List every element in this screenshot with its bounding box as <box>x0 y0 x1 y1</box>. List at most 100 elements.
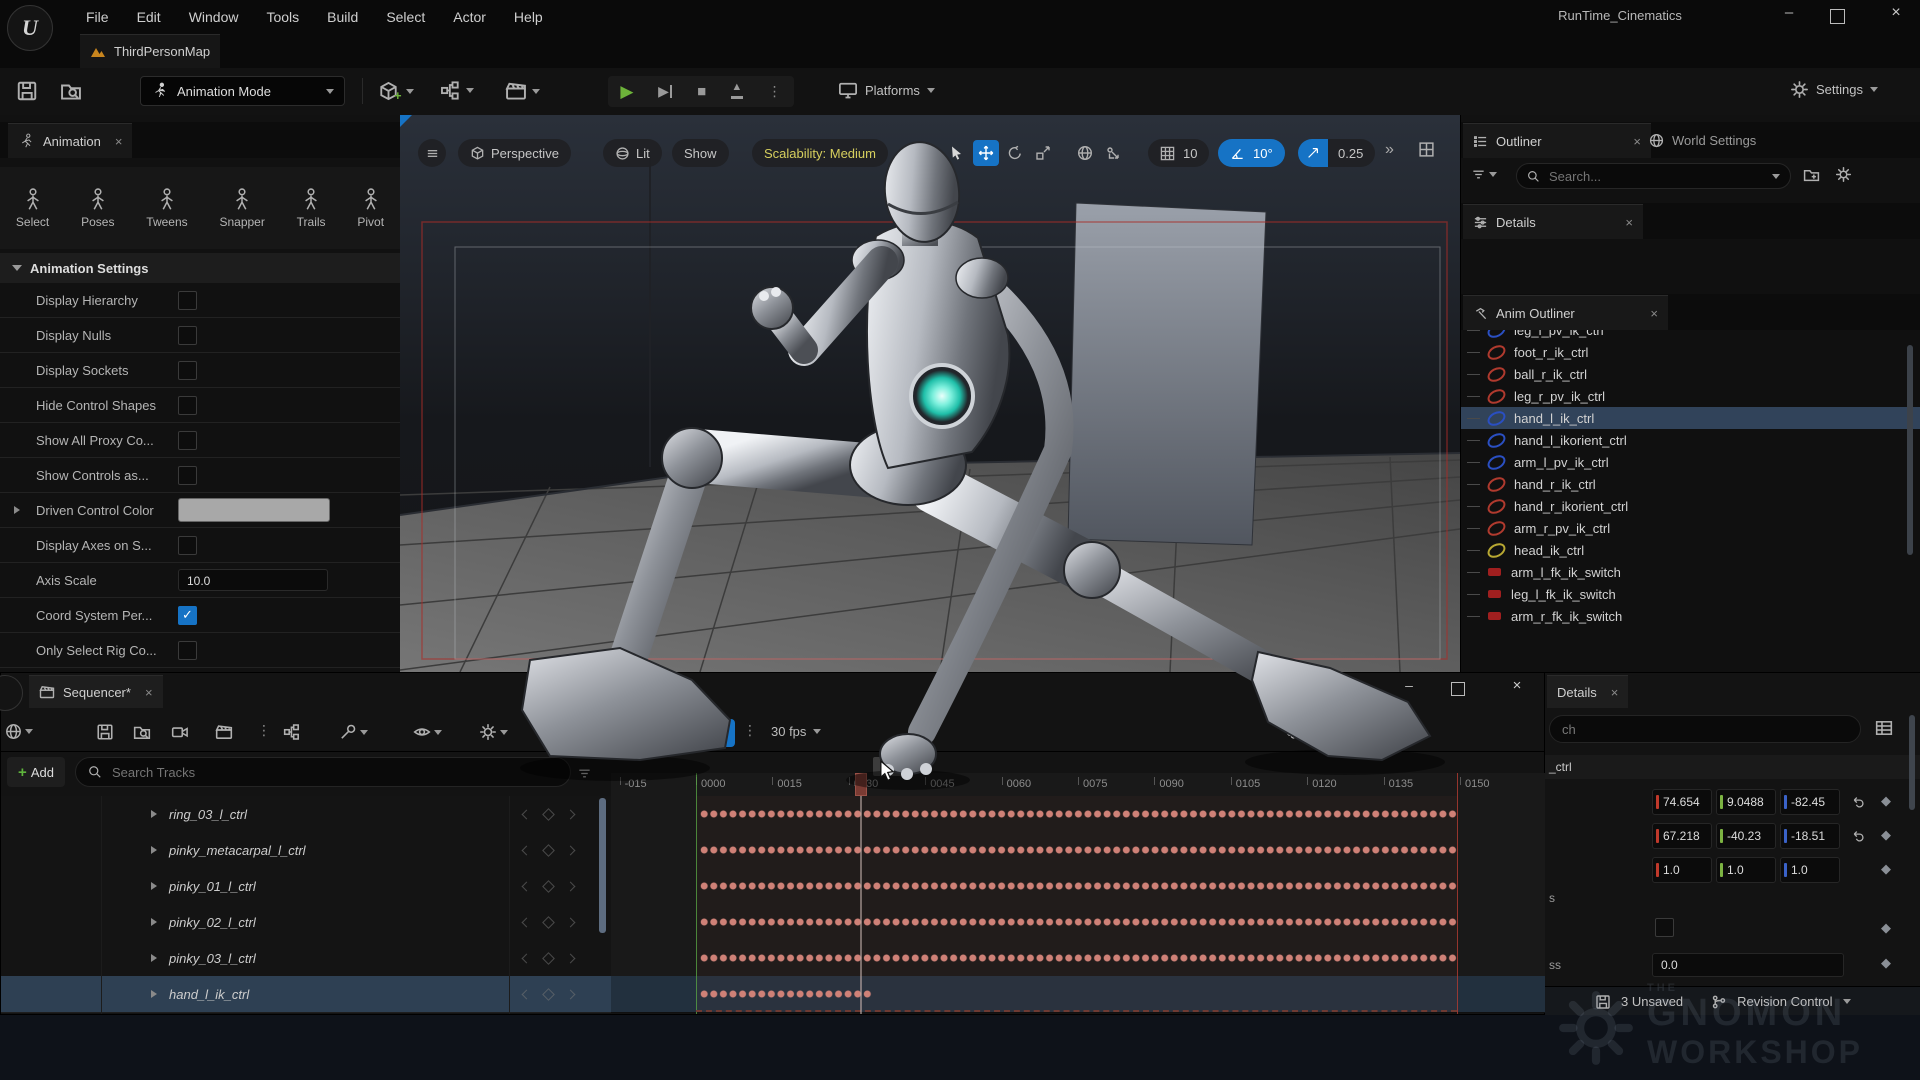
add-key-icon[interactable] <box>542 844 555 857</box>
vector-field[interactable]: 1.0 <box>1652 857 1712 883</box>
tab-anim-outliner[interactable]: Anim Outliner × <box>1463 295 1668 330</box>
details-scrollbar[interactable] <box>1909 715 1915 810</box>
track-search[interactable] <box>75 757 571 787</box>
camera-speed-more[interactable]: » <box>1385 141 1394 159</box>
menu-edit[interactable]: Edit <box>123 9 175 25</box>
unsaved-count[interactable]: 3 Unsaved <box>1621 994 1683 1009</box>
vector-field[interactable]: 67.218 <box>1652 823 1712 849</box>
menu-tools[interactable]: Tools <box>252 9 313 25</box>
platforms-dropdown[interactable]: Platforms <box>838 80 935 100</box>
track-row[interactable]: pinky_01_l_ctrl <box>1 868 611 905</box>
anim-outliner-item[interactable]: head_ik_ctrl <box>1461 539 1920 561</box>
select-tool[interactable] <box>945 141 969 166</box>
menu-window[interactable]: Window <box>175 9 253 25</box>
close-icon[interactable]: × <box>115 134 123 149</box>
misc-checkbox[interactable] <box>1655 918 1674 940</box>
checkbox[interactable]: ✓ <box>178 606 197 625</box>
menu-help[interactable]: Help <box>500 9 557 25</box>
anim-outliner-item[interactable]: arm_r_pv_ik_ctrl <box>1461 517 1920 539</box>
viewport[interactable]: Perspective Lit Show Scalability: Medium… <box>400 115 1460 672</box>
close-icon[interactable]: × <box>145 685 153 700</box>
playback-options-dropdown[interactable] <box>479 723 508 741</box>
blueprints-button[interactable] <box>440 80 474 101</box>
next-key-icon[interactable] <box>566 881 576 891</box>
view-options-dropdown[interactable] <box>413 723 442 741</box>
more-options-icon[interactable]: ⋮ <box>257 722 271 739</box>
add-key-icon[interactable] <box>542 988 555 1001</box>
expander-icon[interactable] <box>151 882 157 890</box>
create-asset-button[interactable] <box>96 723 114 741</box>
save-button[interactable] <box>16 80 38 102</box>
details-display-button[interactable] <box>1875 719 1893 737</box>
tool-select[interactable]: Select <box>16 187 49 229</box>
rotation-snap-control[interactable]: 10° <box>1218 139 1285 167</box>
menu-select[interactable]: Select <box>372 9 439 25</box>
sequencer-close-button[interactable]: × <box>1504 677 1530 694</box>
keyframe-diamond-icon[interactable]: ◆ <box>1881 861 1891 877</box>
animation-panel-tab[interactable]: Animation × <box>8 123 132 158</box>
checkbox[interactable] <box>178 431 197 450</box>
track-row[interactable]: hand_l_ik_ctrl <box>1 976 611 1013</box>
play-button[interactable]: ▶ <box>620 82 633 102</box>
tool-tweens[interactable]: Tweens <box>146 187 187 229</box>
close-icon[interactable]: × <box>1611 685 1619 700</box>
add-actor-button[interactable]: + <box>378 80 414 103</box>
window-maximize-button[interactable] <box>1830 9 1845 24</box>
menu-file[interactable]: File <box>72 9 123 25</box>
expander-icon[interactable] <box>151 846 157 854</box>
level-tab[interactable]: ThirdPersonMap <box>80 34 220 68</box>
checkbox[interactable] <box>178 361 197 380</box>
search-input[interactable] <box>1547 168 1753 185</box>
anim-outliner-item[interactable]: leg_l_fk_ik_switch <box>1461 583 1920 605</box>
track-scrollbar[interactable] <box>599 798 606 933</box>
window-minimize-button[interactable]: – <box>1775 4 1803 28</box>
render-movie-button[interactable] <box>215 723 233 741</box>
prev-key-icon[interactable] <box>522 953 532 963</box>
sequencer-settings-dropdown[interactable] <box>339 723 368 741</box>
stop-button[interactable]: ■ <box>697 83 706 100</box>
next-key-icon[interactable] <box>566 953 576 963</box>
prev-key-icon[interactable] <box>522 881 532 891</box>
track-search-input[interactable] <box>110 764 494 781</box>
outliner-search[interactable] <box>1516 163 1791 189</box>
details-tab[interactable]: Details × <box>1547 675 1628 708</box>
playhead-marker[interactable] <box>855 773 867 796</box>
expander-icon[interactable] <box>151 954 157 962</box>
next-key-icon[interactable] <box>566 989 576 999</box>
add-key-icon[interactable] <box>542 952 555 965</box>
next-key-icon[interactable] <box>566 845 576 855</box>
track-row[interactable]: ring_03_l_ctrl <box>1 796 611 833</box>
checkbox[interactable] <box>178 536 197 555</box>
viewport-corner-handle[interactable] <box>400 115 412 127</box>
scale-tool[interactable] <box>1031 141 1055 166</box>
checkbox[interactable] <box>178 326 197 345</box>
checkbox[interactable] <box>178 641 197 660</box>
add-key-icon[interactable] <box>542 916 555 929</box>
settings-dropdown[interactable]: Settings <box>1790 80 1878 99</box>
maximize-viewport-button[interactable] <box>1418 141 1435 158</box>
surface-snap-toggle[interactable] <box>1101 141 1125 166</box>
anim-outliner-item[interactable]: hand_l_ikorient_ctrl <box>1461 429 1920 451</box>
prev-key-icon[interactable] <box>522 917 532 927</box>
curve-editor-dropdown[interactable] <box>643 723 671 740</box>
vector-field[interactable]: -18.51 <box>1780 823 1840 849</box>
expander-icon[interactable] <box>151 918 157 926</box>
reset-icon[interactable] <box>1851 794 1866 809</box>
lit-dropdown[interactable]: Lit <box>603 139 662 167</box>
next-key-icon[interactable] <box>566 809 576 819</box>
close-icon[interactable]: × <box>1625 215 1633 230</box>
tab-details-upper[interactable]: Details × <box>1463 204 1643 239</box>
add-key-icon[interactable] <box>542 880 555 893</box>
edit-hierarchy-button[interactable] <box>283 723 301 741</box>
world-dropdown[interactable] <box>5 723 33 740</box>
anim-outliner-item[interactable]: leg_l_pv_ik_ctrl <box>1461 330 1920 341</box>
animation-settings-header[interactable]: Animation Settings <box>0 253 400 283</box>
show-dropdown[interactable]: Show <box>672 139 729 167</box>
step-forward-button[interactable]: ▶ <box>658 83 672 100</box>
scrollbar[interactable] <box>1907 345 1913 555</box>
vector-field[interactable]: 1.0 <box>1780 857 1840 883</box>
timeline-ruler[interactable]: -015000000150030004500600075009001050120… <box>611 773 1546 797</box>
tab-outliner[interactable]: Outliner × <box>1463 123 1651 158</box>
value-input[interactable]: 10.0 <box>178 569 328 591</box>
reset-icon[interactable] <box>1851 828 1866 843</box>
